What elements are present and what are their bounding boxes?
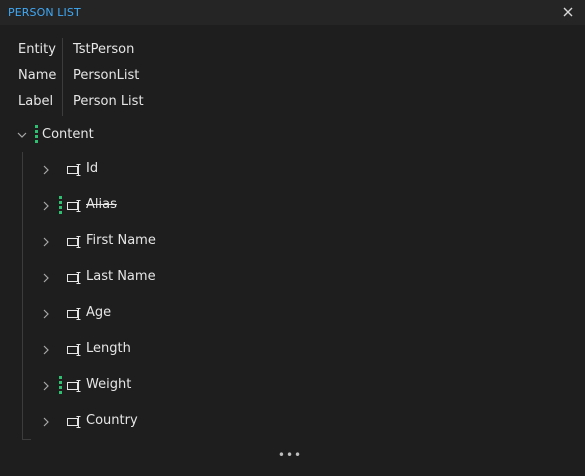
property-row-label: Label Person List: [0, 90, 300, 116]
close-icon[interactable]: [559, 3, 577, 21]
tree-item-label: Alias: [86, 197, 117, 212]
field-icon: [66, 162, 82, 178]
chevron-down-icon[interactable]: [16, 129, 28, 141]
title-bar: PERSON LIST: [0, 0, 585, 25]
tree-item-label: Weight: [86, 377, 132, 392]
tree-item-label: First Name: [86, 233, 156, 248]
tree-item[interactable]: Last Name: [0, 260, 585, 296]
marker-dots-icon: [35, 125, 38, 145]
tree-item[interactable]: Country: [0, 404, 585, 440]
tree-item[interactable]: Age: [0, 296, 585, 332]
property-row-name: Name PersonList: [0, 64, 300, 90]
tree-item-label: Id: [86, 161, 99, 176]
tree-item-label: Length: [86, 341, 131, 356]
property-value: PersonList: [73, 68, 140, 83]
field-icon: [66, 198, 82, 214]
field-icon: [66, 270, 82, 286]
tree-item[interactable]: First Name: [0, 224, 585, 260]
tree-item-label: Age: [86, 305, 112, 320]
field-icon: [66, 414, 82, 430]
property-key: Label: [18, 94, 54, 109]
tree-item[interactable]: Id: [0, 152, 585, 188]
chevron-right-icon[interactable]: [40, 416, 52, 428]
close-icon-glyph: [563, 7, 573, 17]
tree-item[interactable]: Alias: [0, 188, 585, 224]
tree-root-label: Content: [42, 127, 94, 142]
chevron-right-icon[interactable]: [40, 236, 52, 248]
chevron-right-icon[interactable]: [40, 344, 52, 356]
property-key: Entity: [18, 42, 56, 57]
field-icon: [66, 306, 82, 322]
tree-item-label: Last Name: [86, 269, 156, 284]
chevron-right-icon[interactable]: [40, 272, 52, 284]
chevron-right-icon[interactable]: [40, 164, 52, 176]
marker-dots-icon: [59, 196, 62, 216]
tree-item[interactable]: Weight: [0, 368, 585, 404]
field-icon: [66, 342, 82, 358]
chevron-right-icon[interactable]: [40, 308, 52, 320]
property-value: TstPerson: [73, 42, 135, 57]
marker-dots-icon: [59, 376, 62, 396]
window-title: PERSON LIST: [8, 6, 81, 19]
field-icon: [66, 378, 82, 394]
field-icon: [66, 234, 82, 250]
property-value: Person List: [73, 94, 144, 109]
property-row-entity: Entity TstPerson: [0, 38, 300, 64]
property-key: Name: [18, 68, 57, 83]
chevron-right-icon[interactable]: [40, 380, 52, 392]
chevron-right-icon[interactable]: [40, 200, 52, 212]
tree-item-label: Country: [86, 413, 138, 428]
tree-item[interactable]: Length: [0, 332, 585, 368]
more-options-icon[interactable]: •••: [278, 448, 301, 462]
